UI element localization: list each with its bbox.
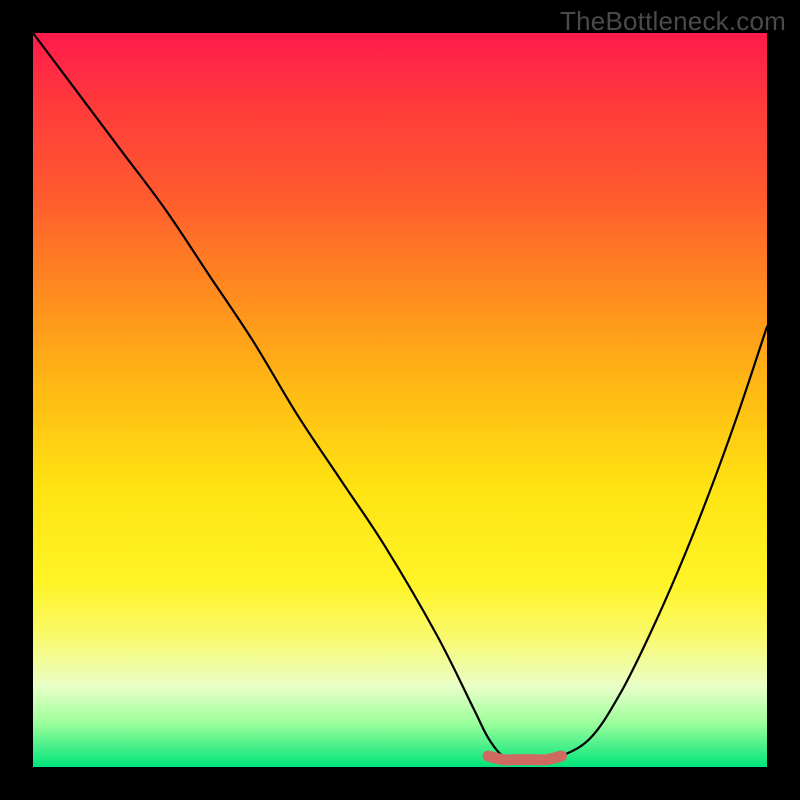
chart-frame: TheBottleneck.com <box>0 0 800 800</box>
bottleneck-curve <box>33 33 767 760</box>
highlight-band <box>488 756 561 760</box>
curve-layer <box>33 33 767 767</box>
watermark-text: TheBottleneck.com <box>560 6 786 37</box>
plot-area <box>33 33 767 767</box>
